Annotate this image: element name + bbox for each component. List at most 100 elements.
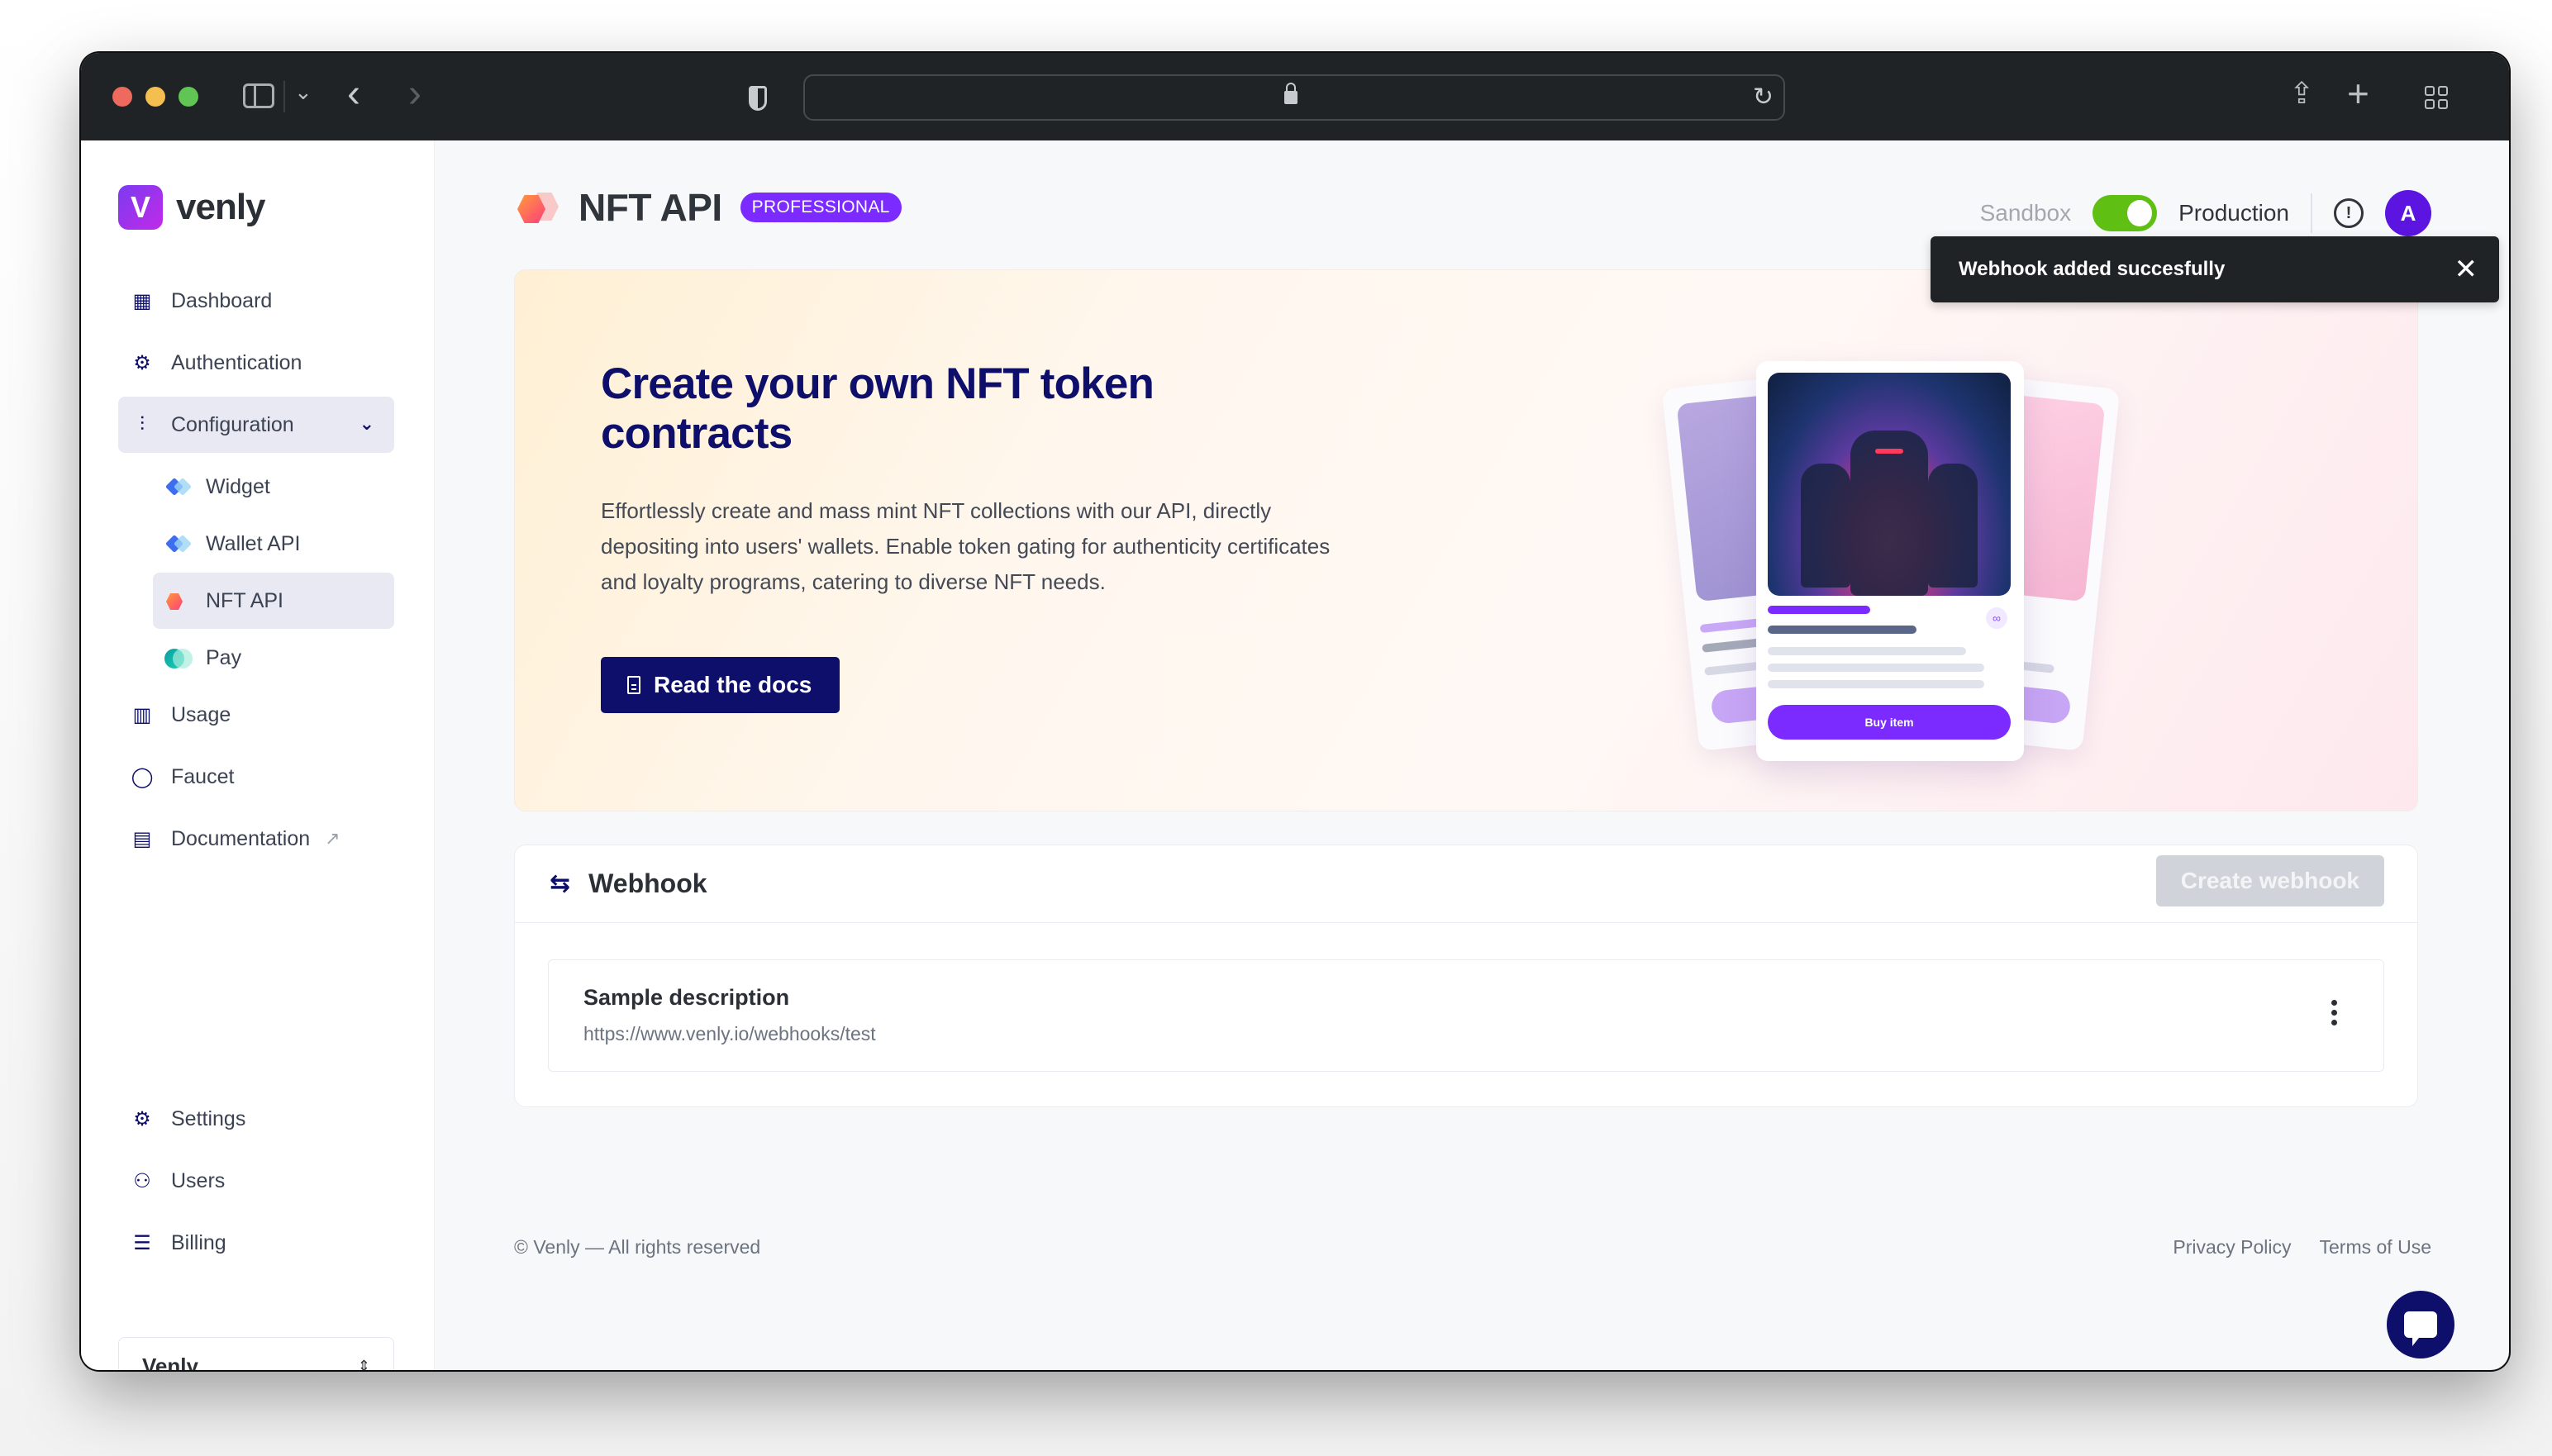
- close-window-button[interactable]: [112, 87, 132, 107]
- hero-banner: Create your own NFT token contracts Effo…: [514, 269, 2418, 811]
- sidebar-subitem-pay[interactable]: Pay: [153, 630, 394, 686]
- webhook-list-item[interactable]: Sample description https://www.venly.io/…: [548, 959, 2384, 1072]
- sidebar-item-documentation[interactable]: ▤ Documentation ↗: [118, 811, 394, 867]
- users-icon: ⚇: [133, 1169, 151, 1192]
- success-toast: Webhook added succesfully ✕: [1931, 236, 2499, 302]
- footer-links: Privacy Policy Terms of Use: [2173, 1236, 2431, 1259]
- document-icon: ▤: [132, 827, 152, 850]
- environment-switcher: Sandbox Production ! A: [1980, 190, 2431, 236]
- sidebar-item-label: NFT API: [206, 588, 284, 612]
- privacy-policy-link[interactable]: Privacy Policy: [2173, 1236, 2291, 1259]
- address-bar[interactable]: ↻: [803, 74, 1785, 121]
- browser-window: ⌄ ‹ › ↻ ⇪ + V venly ▦ Dashboard ⚙ Authen…: [81, 53, 2509, 1370]
- sidebar-nav: ▦ Dashboard ⚙ Authentication ⫶ Configura…: [118, 273, 394, 873]
- env-production-label[interactable]: Production: [2178, 200, 2289, 226]
- env-sandbox-label[interactable]: Sandbox: [1980, 200, 2072, 226]
- read-docs-button[interactable]: Read the docs: [601, 657, 840, 713]
- create-webhook-button[interactable]: Create webhook: [2155, 855, 2384, 906]
- sidebar-item-authentication[interactable]: ⚙ Authentication: [118, 335, 394, 391]
- header-divider: [2311, 193, 2312, 233]
- zoom-window-button[interactable]: [179, 87, 198, 107]
- main-content: NFT API PROFESSIONAL Sandbox Production …: [435, 140, 2509, 1370]
- minimize-window-button[interactable]: [145, 87, 165, 107]
- gear-icon: ⚙: [133, 1107, 151, 1130]
- buy-item-button: Buy item: [1768, 705, 2011, 740]
- forward-icon[interactable]: ›: [408, 71, 421, 117]
- sidebar-item-billing[interactable]: ☰ Billing: [118, 1215, 394, 1271]
- lock-icon: [1284, 83, 1297, 104]
- sidebar-item-usage[interactable]: ▥ Usage: [118, 687, 394, 743]
- sidebar-item-label: Faucet: [171, 764, 235, 788]
- hero-title: Create your own NFT token contracts: [601, 359, 1155, 458]
- page-title: NFT API: [578, 186, 722, 229]
- sidebar-item-users[interactable]: ⚇ Users: [118, 1153, 394, 1209]
- external-link-icon: ↗: [325, 828, 340, 849]
- nft-api-product-icon: [517, 193, 559, 223]
- nft-card-front: ∞ Buy item: [1756, 361, 2024, 761]
- hero-description: Effortlessly create and mass mint NFT co…: [601, 498, 1331, 594]
- nft-api-product-icon: [164, 591, 191, 610]
- organization-select[interactable]: Venly ⇕: [118, 1337, 394, 1370]
- chart-icon: ▥: [132, 703, 152, 726]
- sliders-icon: ⫶: [140, 413, 145, 435]
- logo-wordmark: venly: [176, 187, 266, 227]
- help-icon[interactable]: !: [2334, 198, 2364, 228]
- read-docs-label: Read the docs: [654, 672, 812, 697]
- share-icon[interactable]: ⇪: [2289, 76, 2314, 111]
- webhook-description: Sample description: [583, 985, 790, 1010]
- sidebar-item-settings[interactable]: ⚙ Settings: [118, 1091, 394, 1147]
- document-icon: [627, 676, 640, 694]
- sidebar-item-label: Pay: [206, 645, 242, 669]
- venly-logo[interactable]: V venly: [118, 185, 266, 230]
- window-controls: [112, 87, 198, 107]
- dashboard-grid-icon: ▦: [132, 289, 152, 312]
- gear-icon: ⚙: [133, 351, 151, 374]
- widget-product-icon: [164, 477, 193, 497]
- chat-support-button[interactable]: [2387, 1291, 2454, 1358]
- terms-of-use-link[interactable]: Terms of Use: [2320, 1236, 2431, 1259]
- sidebar-item-label: Authentication: [171, 350, 302, 374]
- chevron-down-icon[interactable]: ⌄: [359, 413, 374, 435]
- pay-product-icon: [164, 649, 193, 669]
- plus-icon[interactable]: +: [2347, 71, 2369, 116]
- wallet-api-product-icon: [164, 534, 193, 554]
- user-avatar[interactable]: A: [2385, 190, 2431, 236]
- sidebar-item-label: Widget: [206, 474, 270, 498]
- sidebar-item-label: Dashboard: [171, 288, 273, 312]
- sidebar-subitem-nft-api[interactable]: NFT API: [153, 573, 394, 629]
- toolbar-divider: [283, 81, 285, 112]
- browser-toolbar: ⌄ ‹ › ↻ ⇪ +: [81, 53, 2509, 140]
- sidebar-bottom-nav: ⚙ Settings ⚇ Users ☰ Billing: [118, 1091, 394, 1277]
- drop-icon: ◯: [131, 765, 154, 788]
- sidebar-item-label: Users: [171, 1168, 226, 1192]
- sidebar-item-faucet[interactable]: ◯ Faucet: [118, 749, 394, 805]
- close-icon[interactable]: ✕: [2454, 253, 2478, 286]
- shield-icon[interactable]: [749, 86, 767, 111]
- sidebar-item-label: Billing: [171, 1230, 226, 1254]
- webhook-url: https://www.venly.io/webhooks/test: [583, 1023, 876, 1044]
- webhook-title: Webhook: [588, 868, 707, 898]
- nft-artwork-image: [1768, 373, 2011, 596]
- sidebar-subitem-widget[interactable]: Widget: [153, 459, 394, 515]
- sidebar-subitem-wallet-api[interactable]: Wallet API: [153, 516, 394, 572]
- organization-name: Venly: [142, 1353, 198, 1371]
- sidebar-item-label: Usage: [171, 702, 231, 726]
- nft-cards-illustration: ∞ Buy item: [1655, 336, 2121, 766]
- sidebar-toggle-icon[interactable]: [243, 83, 274, 108]
- sidebar-item-label: Wallet API: [206, 531, 301, 555]
- sidebar-item-dashboard[interactable]: ▦ Dashboard: [118, 273, 394, 329]
- reload-icon[interactable]: ↻: [1753, 83, 1774, 112]
- tabs-grid-icon[interactable]: [2425, 86, 2448, 109]
- webhook-card: ⇆ Webhook Create webhook Sample descript…: [514, 845, 2418, 1107]
- more-options-icon[interactable]: [2329, 1000, 2339, 1025]
- sidebar-item-configuration[interactable]: ⫶ Configuration ⌄: [118, 397, 394, 453]
- back-icon[interactable]: ‹: [347, 71, 360, 117]
- sidebar-item-label: Settings: [171, 1106, 246, 1130]
- page-header: NFT API PROFESSIONAL: [517, 185, 902, 230]
- chevron-down-icon[interactable]: ⌄: [294, 79, 312, 105]
- chain-link-icon: ∞: [1986, 607, 2007, 629]
- sidebar-item-label: Configuration: [171, 412, 294, 436]
- webhook-header: ⇆ Webhook Create webhook: [515, 845, 2417, 923]
- sidebar-item-label: Documentation: [171, 826, 311, 850]
- environment-toggle[interactable]: [2093, 195, 2158, 231]
